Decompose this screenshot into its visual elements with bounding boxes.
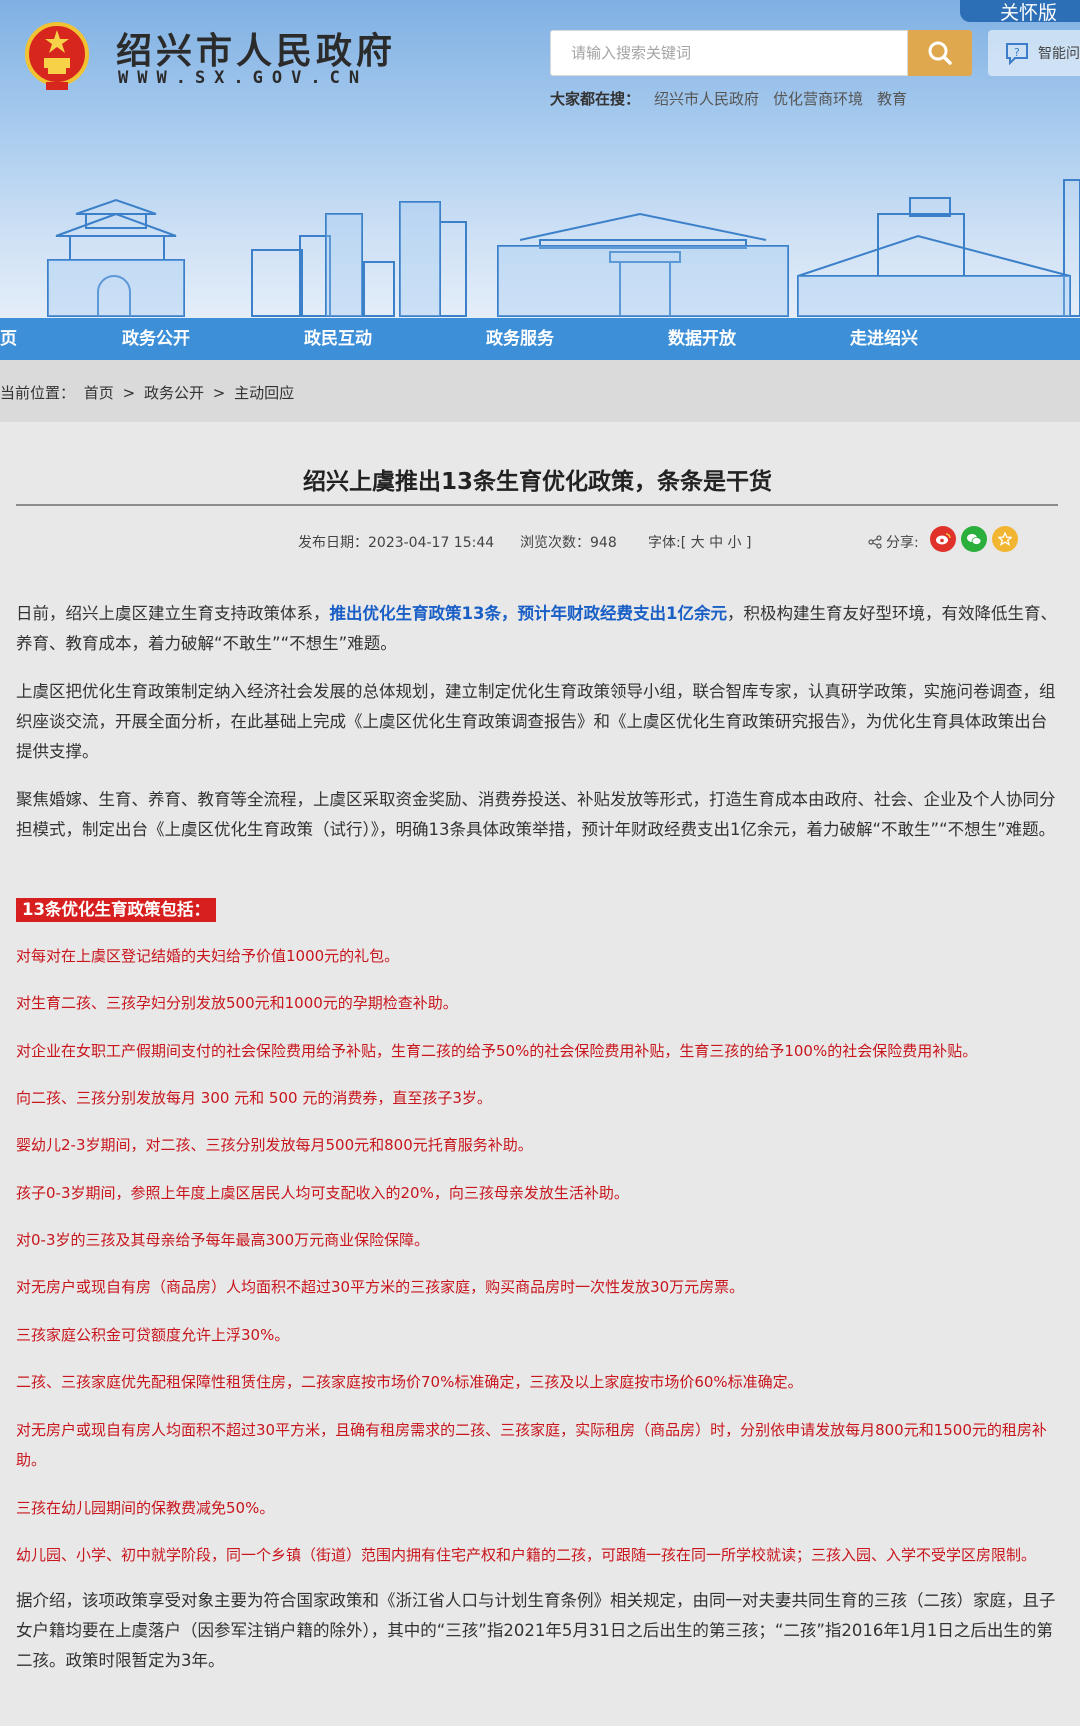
policy-item: 婴幼儿2-3岁期间，对二孩、三孩分别发放每月500元和800元托育服务补助。 (16, 1136, 533, 1154)
intro-text: 日前，绍兴上虞区建立生育支持政策体系， (16, 604, 330, 623)
site-header: 绍兴市人民政府 WWW.SX.GOV.CN 关怀版 ? 智能问 大家都在搜： 绍… (0, 0, 1080, 318)
policy-item: 幼儿园、小学、初中就学阶段，同一个乡镇（街道）范围内拥有住宅产权和户籍的二孩，可… (16, 1546, 1037, 1564)
care-mode-button[interactable]: 关怀版 (960, 0, 1080, 24)
share-label: 分享: (886, 535, 919, 551)
policy-item: 对每对在上虞区登记结婚的夫妇给予价值1000元的礼包。 (16, 947, 400, 965)
policy-item: 三孩在幼儿园期间的保教费减免50%。 (16, 1499, 275, 1517)
paragraph-intro: 日前，绍兴上虞区建立生育支持政策体系，推出优化生育政策13条，预计年财政经费支出… (16, 599, 1060, 659)
weibo-icon[interactable] (930, 526, 956, 552)
nav-item-services[interactable]: 政务服务 (486, 318, 554, 360)
breadcrumb-bar: 当前位置： 首页 > 政务公开 > 主动回应 (0, 360, 1080, 422)
search-icon (928, 41, 952, 65)
font-size-switcher[interactable]: 字体:[ 大 中 小 ] (648, 532, 751, 552)
view-count: 浏览次数：948 (520, 535, 617, 551)
nav-item-about-shaoxing[interactable]: 走进绍兴 (850, 318, 918, 360)
title-divider (16, 504, 1058, 506)
chat-question-icon: ? (1006, 43, 1028, 65)
hot-keyword[interactable]: 绍兴市人民政府 (654, 88, 759, 109)
hot-search-label: 大家都在搜： (550, 90, 641, 108)
national-emblem-icon (25, 22, 89, 90)
ai-assistant-button[interactable]: ? 智能问 (988, 30, 1080, 76)
policy-item: 对生育二孩、三孩孕妇分别发放500元和1000元的孕期检查补助。 (16, 994, 458, 1012)
policy-item: 孩子0-3岁期间，参照上年度上虞区居民人均可支配收入的20%，向三孩母亲发放生活… (16, 1184, 629, 1202)
policy-item: 对企业在女职工产假期间支付的社会保险费用给予补贴，生育二孩的给予50%的社会保险… (16, 1042, 978, 1060)
breadcrumb-label: 当前位置： (0, 384, 76, 402)
ai-assistant-label: 智能问 (1038, 46, 1080, 62)
paragraph-eligibility: 据介绍，该项政策享受对象主要为符合国家政策和《浙江省人口与计划生育条例》相关规定… (16, 1591, 1056, 1670)
breadcrumb-home[interactable]: 首页 (84, 384, 114, 402)
policy-item: 对无房户或现自有房（商品房）人均面积不超过30平方米的三孩家庭，购买商品房时一次… (16, 1278, 745, 1296)
policy-item: 对无房户或现自有房人均面积不超过30平方米，且确有租房需求的二孩、三孩家庭，实际… (16, 1421, 1047, 1469)
breadcrumb-gov-affairs[interactable]: 政务公开 (144, 384, 204, 402)
policy-item: 二孩、三孩家庭优先配租保障性租赁住房，二孩家庭按市场价70%标准确定，三孩及以上… (16, 1373, 803, 1391)
breadcrumb-separator: > (212, 384, 226, 402)
nav-item-home[interactable]: 页 (0, 318, 17, 360)
site-url: WWW.SX.GOV.CN (118, 68, 369, 88)
search-input[interactable] (551, 31, 907, 75)
policy-item: 对0-3岁的三孩及其母亲给予每年最高300万元商业保险保障。 (16, 1231, 430, 1249)
nav-item-gov-affairs[interactable]: 政务公开 (122, 318, 190, 360)
favorite-icon[interactable] (992, 526, 1018, 552)
breadcrumb-separator: > (122, 384, 136, 402)
site-title[interactable]: 绍兴市人民政府 (116, 22, 396, 74)
publish-date: 发布日期：2023-04-17 15:44 (298, 535, 495, 551)
paragraph-planning: 上虞区把优化生育政策制定纳入经济社会发展的总体规划，建立制定优化生育政策领导小组… (16, 682, 1056, 761)
policy-item: 三孩家庭公积金可贷额度允许上浮30%。 (16, 1326, 290, 1344)
wechat-icon[interactable] (961, 526, 987, 552)
svg-text:?: ? (1014, 46, 1020, 59)
breadcrumb: 当前位置： 首页 > 政务公开 > 主动回应 (0, 382, 298, 403)
article-title: 绍兴上虞推出13条生育优化政策，条条是干货 (302, 469, 772, 495)
policy-heading: 13条优化生育政策包括： (16, 898, 216, 922)
paragraph-process: 聚焦婚嫁、生育、养育、教育等全流程，上虞区采取资金奖励、消费券投送、补贴发放等形… (16, 790, 1056, 839)
nav-item-interaction[interactable]: 政民互动 (304, 318, 372, 360)
breadcrumb-current[interactable]: 主动回应 (234, 384, 294, 402)
share-icon (868, 535, 882, 549)
hot-search: 大家都在搜： 绍兴市人民政府 优化营商环境 教育 (550, 88, 907, 109)
main-nav: 页 政务公开 政民互动 政务服务 数据开放 走进绍兴 (0, 318, 1080, 360)
search-button[interactable] (908, 30, 972, 76)
hot-keyword[interactable]: 教育 (877, 88, 907, 109)
share-label-group: 分享: (868, 532, 919, 552)
search-box (550, 30, 908, 76)
intro-highlight: 推出优化生育政策13条，预计年财政经费支出1亿余元 (329, 604, 727, 623)
hot-keyword[interactable]: 优化营商环境 (773, 88, 863, 109)
nav-item-open-data[interactable]: 数据开放 (668, 318, 736, 360)
policy-item: 向二孩、三孩分别发放每月 300 元和 500 元的消费券，直至孩子3岁。 (16, 1089, 492, 1107)
